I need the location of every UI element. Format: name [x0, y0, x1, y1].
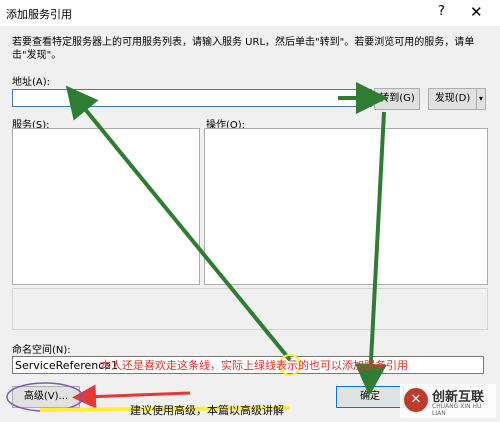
arrow-to-ok [354, 111, 387, 396]
advanced-ring [6, 382, 84, 412]
red-annotation: 本人还是喜欢走这条线，实际上绿线表示的也可以添加服务引用 [100, 359, 408, 372]
brand-mark-icon: ✕ [404, 388, 428, 412]
watermark-logo: ✕ 创新互联 CHUANG XIN HU LIAN [400, 384, 496, 418]
bottom-annotation: 建议使用高级，本篇以高级讲解 [130, 404, 284, 417]
arrow-to-advanced [72, 384, 191, 409]
brand-subtitle: CHUANG XIN HU LIAN [432, 403, 482, 417]
arrow-to-address [65, 85, 292, 362]
